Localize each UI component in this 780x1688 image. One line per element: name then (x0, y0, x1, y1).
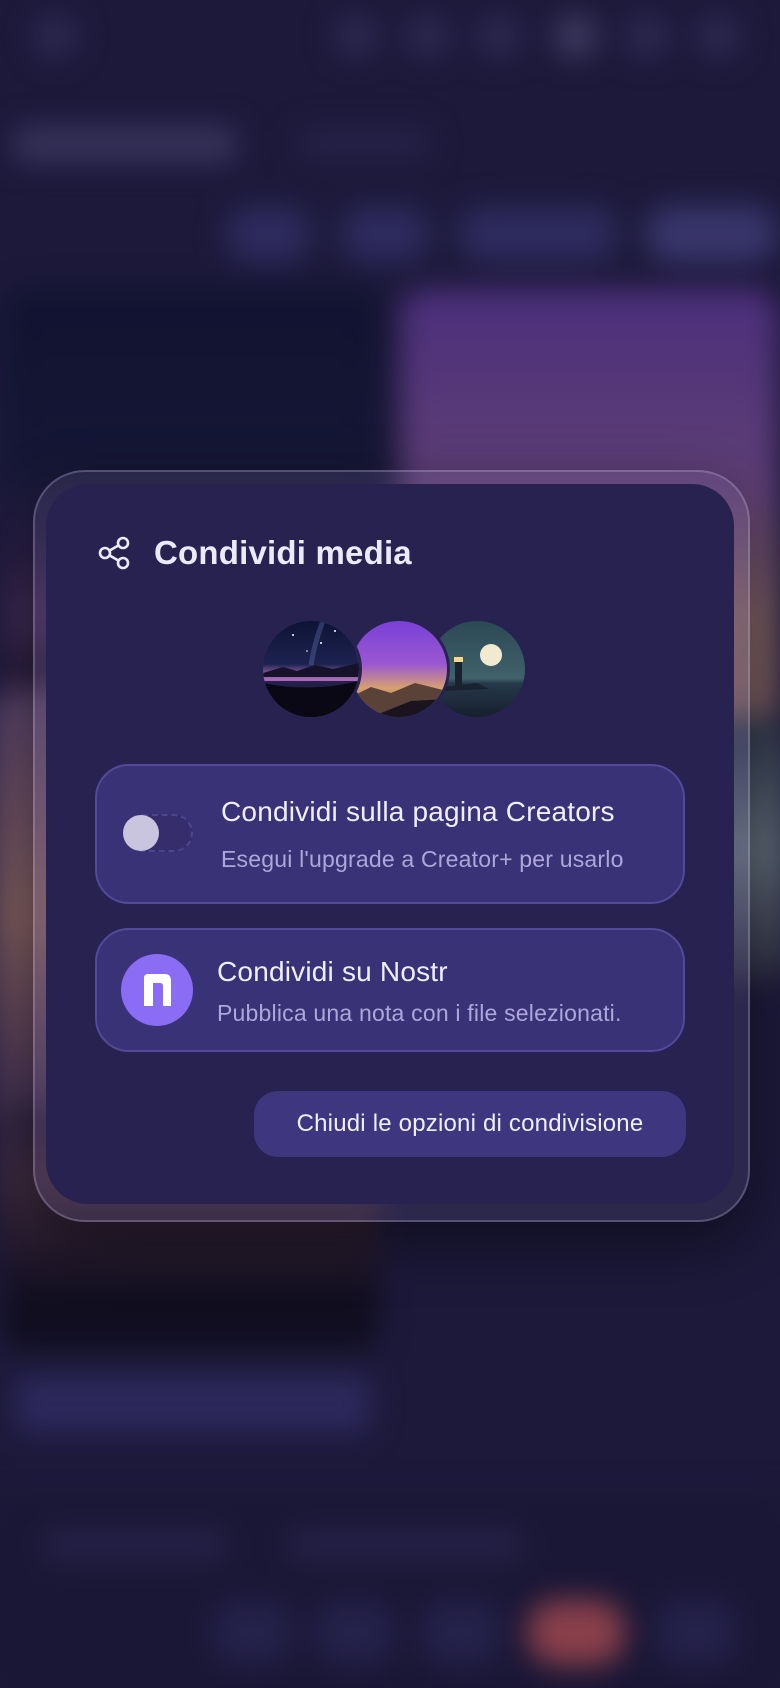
nostr-icon (121, 954, 193, 1026)
dialog-title: Condividi media (154, 534, 412, 571)
night-lake-thumbnail (260, 618, 362, 720)
creators-option-subtitle: Esegui l'upgrade a Creator+ per usarlo (221, 846, 624, 872)
close-share-options-button[interactable]: Chiudi le opzioni di condivisione (254, 1091, 686, 1157)
share-creators-option[interactable]: Condividi sulla pagina Creators Esegui l… (95, 764, 685, 904)
toggle-knob (123, 815, 159, 851)
share-icon (98, 536, 130, 570)
purple-sunset-thumbnail (348, 618, 450, 720)
creators-toggle[interactable] (123, 814, 193, 852)
nostr-option-title: Condividi su Nostr (217, 956, 448, 987)
creators-option-title: Condividi sulla pagina Creators (221, 796, 615, 827)
nostr-option-subtitle: Pubblica una nota con i file selezionati… (217, 1000, 622, 1026)
share-nostr-option[interactable]: Condividi su Nostr Pubblica una nota con… (95, 928, 685, 1052)
dialog-header: Condividi media (96, 534, 412, 572)
screen: Condividi media Condividi sulla pagina C… (0, 0, 780, 1688)
